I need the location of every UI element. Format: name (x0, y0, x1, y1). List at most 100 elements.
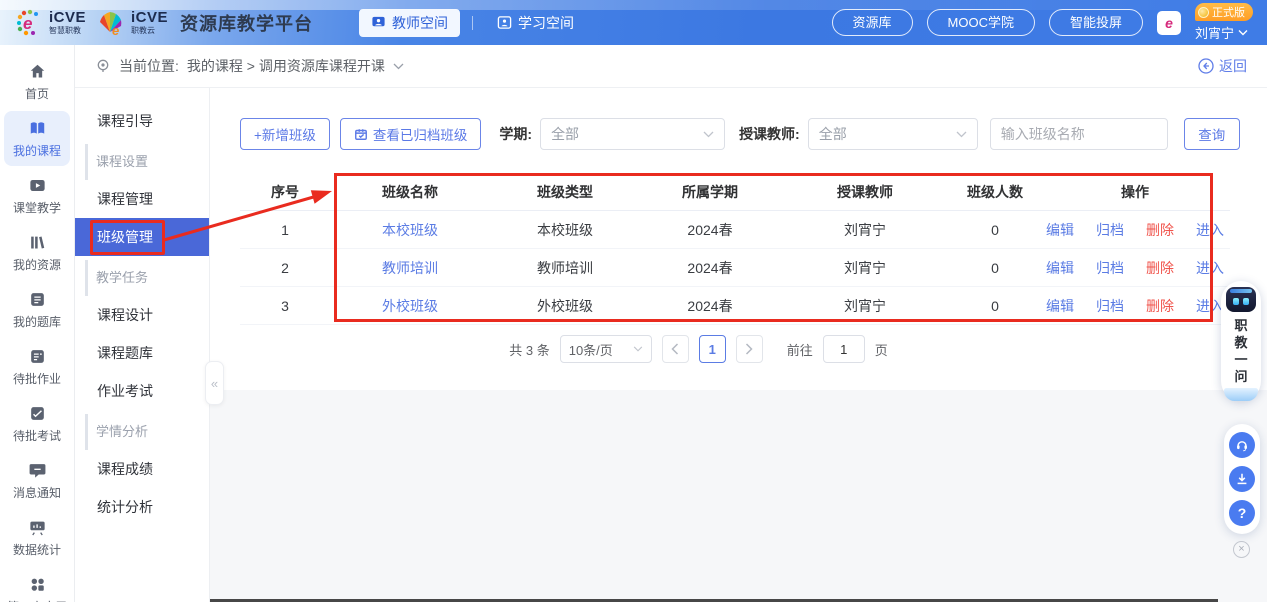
help-button[interactable]: ? (1229, 500, 1255, 526)
goto-page-input[interactable] (823, 335, 865, 363)
delete-link[interactable]: 删除 (1146, 296, 1174, 316)
download-button[interactable] (1229, 466, 1255, 492)
message-bubble-icon (28, 461, 47, 480)
sidebar-item-data-statistics[interactable]: 数据统计 (4, 510, 70, 565)
teacher-filter-label: 授课教师: (739, 124, 800, 144)
app-launcher-icon[interactable]: e (1157, 11, 1181, 35)
icve-swirl-icon: e (14, 8, 44, 38)
enter-link[interactable]: 进入 (1196, 220, 1224, 240)
assistant-widget[interactable]: 职教一问 (1221, 281, 1261, 401)
user-menu[interactable]: 刘宵宁 (1195, 23, 1248, 42)
sidebar-item-question-bank[interactable]: 我的题库 (4, 282, 70, 337)
teacher-select-value: 全部 (819, 124, 847, 144)
sidebar-item-classroom-teaching[interactable]: 课堂教学 (4, 168, 70, 223)
sidebar-collapse-handle[interactable]: « (205, 361, 224, 405)
view-archived-button[interactable]: 查看已归档班级 (340, 118, 482, 150)
submenu-course-grades[interactable]: 课程成绩 (75, 450, 209, 488)
sidebar-item-notifications[interactable]: 消息通知 (4, 453, 70, 508)
delete-link[interactable]: 删除 (1146, 258, 1174, 278)
submenu-course-guide[interactable]: 课程引导 (75, 102, 209, 140)
archive-link[interactable]: 归档 (1096, 296, 1124, 316)
table-row: 1 本校班级 本校班级 2024春 刘宵宁 0 编辑 归档 删除 进入 (240, 211, 1230, 249)
exam-score-icon (28, 404, 47, 423)
page-unit-label: 页 (875, 340, 888, 359)
semester-select[interactable]: 全部 (540, 118, 725, 150)
customer-service-button[interactable] (1229, 432, 1255, 458)
row-index: 1 (240, 222, 330, 238)
edit-link[interactable]: 编辑 (1046, 220, 1074, 240)
floating-toolbar: ? (1224, 424, 1260, 534)
sidebar-item-pending-exams[interactable]: 待批考试 (4, 396, 70, 451)
smart-cast-button[interactable]: 智能投屏 (1049, 9, 1143, 36)
submenu-homework-exam[interactable]: 作业考试 (75, 372, 209, 410)
search-button[interactable]: 查询 (1184, 118, 1240, 150)
class-type-cell: 本校班级 (490, 220, 640, 240)
class-name-link[interactable]: 教师培训 (382, 260, 438, 276)
teacher-space-button[interactable]: 教师空间 (359, 9, 460, 37)
sidebar-item-third-party-apps[interactable]: 第三方应用 (4, 567, 70, 602)
class-name-input[interactable] (990, 118, 1168, 150)
edit-link[interactable]: 编辑 (1046, 296, 1074, 316)
semester-cell: 2024春 (640, 220, 780, 240)
chevron-down-icon (633, 346, 643, 352)
prev-page-button[interactable] (662, 335, 689, 363)
mooc-college-button[interactable]: MOOC学院 (927, 9, 1035, 36)
next-page-button[interactable] (736, 335, 763, 363)
chevron-down-icon[interactable] (393, 63, 404, 70)
back-button[interactable]: 返回 (1198, 56, 1247, 76)
sidebar-item-pending-homework[interactable]: 待批作业 (4, 339, 70, 394)
teacher-cell: 刘宵宁 (780, 220, 950, 240)
col-header: 班级名称 (330, 182, 490, 202)
delete-link[interactable]: 删除 (1146, 220, 1174, 240)
sidebar-item-my-resources[interactable]: 我的资源 (4, 225, 70, 280)
user-block: 正式版 刘宵宁 (1195, 3, 1253, 42)
page-title: 资源库教学平台 (180, 10, 313, 36)
pagination: 共 3 条 10条/页 1 前往 页 (210, 335, 1187, 363)
sidebar-label: 首页 (25, 85, 49, 102)
teacher-select[interactable]: 全部 (808, 118, 978, 150)
teacher-space-label: 教师空间 (392, 13, 448, 33)
enter-link[interactable]: 进入 (1196, 296, 1224, 316)
question-mark-icon: ? (1238, 505, 1247, 521)
table-row: 3 外校班级 外校班级 2024春 刘宵宁 0 编辑 归档 删除 进入 (240, 287, 1230, 325)
stats-board-icon (28, 518, 47, 537)
header-right: 资源库 MOOC学院 智能投屏 e 正式版 刘宵宁 (832, 3, 1253, 42)
resource-library-button[interactable]: 资源库 (832, 9, 913, 36)
class-name-link[interactable]: 本校班级 (382, 222, 438, 238)
class-type-cell: 教师培训 (490, 258, 640, 278)
logo-brand-text: iCVE (131, 10, 168, 25)
breadcrumb-path[interactable]: 我的课程 > 调用资源库课程开课 (187, 56, 385, 76)
page-size-select[interactable]: 10条/页 (560, 335, 652, 363)
view-archived-label: 查看已归档班级 (373, 124, 468, 144)
submenu-class-management[interactable]: 班级管理 (75, 218, 209, 256)
teacher-space-icon (371, 15, 386, 30)
submenu-course-design[interactable]: 课程设计 (75, 296, 209, 334)
archive-box-icon (354, 127, 368, 141)
sidebar-label: 课堂教学 (13, 199, 61, 216)
archive-link[interactable]: 归档 (1096, 220, 1124, 240)
logo-brand-text: iCVE (49, 10, 86, 25)
submenu-course-question-bank[interactable]: 课程题库 (75, 334, 209, 372)
svg-text:e: e (112, 23, 119, 38)
submenu-statistical-analysis[interactable]: 统计分析 (75, 488, 209, 526)
home-icon (28, 62, 47, 81)
back-label: 返回 (1219, 56, 1247, 76)
submenu-section-teaching-tasks: 教学任务 (85, 260, 209, 296)
learning-space-button[interactable]: 学习空间 (485, 9, 586, 37)
close-widget-icon[interactable]: × (1233, 541, 1250, 558)
add-class-button[interactable]: +新增班级 (240, 118, 330, 150)
semester-select-value: 全部 (551, 124, 579, 144)
submenu-course-management[interactable]: 课程管理 (75, 180, 209, 218)
edit-link[interactable]: 编辑 (1046, 258, 1074, 278)
archive-link[interactable]: 归档 (1096, 258, 1124, 278)
nav-divider (472, 16, 473, 30)
sidebar-label: 我的题库 (13, 313, 61, 330)
enter-link[interactable]: 进入 (1196, 258, 1224, 278)
sidebar-item-my-courses[interactable]: 我的课程 (4, 111, 70, 166)
svg-text:e: e (23, 14, 32, 33)
sidebar-label: 第三方应用 (7, 598, 67, 602)
sidebar-item-home[interactable]: 首页 (4, 54, 70, 109)
current-page-button[interactable]: 1 (699, 335, 726, 363)
icve-zhijiaoyun-logo: e iCVE 职教云 (96, 8, 168, 38)
class-name-link[interactable]: 外校班级 (382, 298, 438, 314)
